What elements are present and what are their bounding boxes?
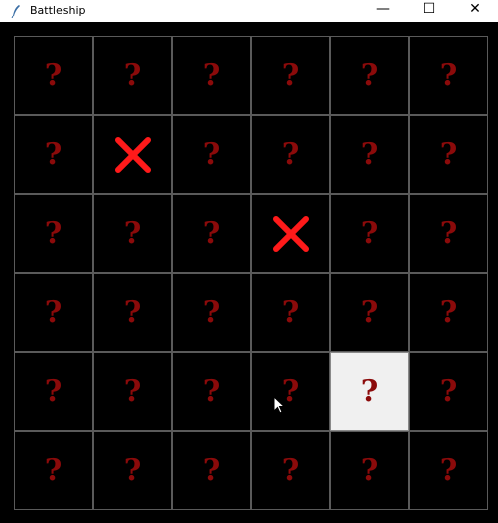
board-cell-r6-c6[interactable]: ? [409, 431, 488, 510]
question-mark-icon: ? [44, 373, 63, 409]
question-mark-icon: ? [123, 452, 142, 488]
board-cell-r6-c3[interactable]: ? [172, 431, 251, 510]
game-board: ?????????????????????????????????? [14, 36, 488, 510]
question-mark-icon: ? [123, 215, 142, 251]
board-cell-r4-c1[interactable]: ? [14, 273, 93, 352]
question-mark-icon: ? [281, 373, 300, 409]
question-mark-icon: ? [202, 57, 221, 93]
question-mark-icon: ? [439, 294, 458, 330]
question-mark-icon: ? [439, 215, 458, 251]
feather-icon [10, 4, 22, 18]
question-mark-icon: ? [281, 294, 300, 330]
window-controls: — ☐ ✕ [360, 0, 498, 22]
board-cell-r5-c2[interactable]: ? [93, 352, 172, 431]
board-cell-r3-c1[interactable]: ? [14, 194, 93, 273]
window-title: Battleship [30, 4, 86, 17]
question-mark-icon: ? [360, 294, 379, 330]
board-cell-r1-c4[interactable]: ? [251, 36, 330, 115]
question-mark-icon: ? [44, 294, 63, 330]
question-mark-icon: ? [439, 452, 458, 488]
board-cell-r4-c5[interactable]: ? [330, 273, 409, 352]
minimize-button[interactable]: — [360, 0, 406, 18]
question-mark-icon: ? [281, 452, 300, 488]
board-cell-r2-c6[interactable]: ? [409, 115, 488, 194]
board-cell-r5-c4[interactable]: ? [251, 352, 330, 431]
board-cell-r5-c5[interactable]: ? [330, 352, 409, 431]
question-mark-icon: ? [439, 57, 458, 93]
battleship-window: Battleship — ☐ ✕ ???????????????????????… [0, 0, 498, 523]
maximize-icon: ☐ [422, 1, 436, 17]
question-mark-icon: ? [123, 373, 142, 409]
board-cell-r1-c6[interactable]: ? [409, 36, 488, 115]
board-cell-r2-c1[interactable]: ? [14, 115, 93, 194]
board-cell-r4-c6[interactable]: ? [409, 273, 488, 352]
close-icon: ✕ [469, 1, 481, 17]
title-bar: Battleship — ☐ ✕ [0, 0, 498, 22]
question-mark-icon: ? [123, 294, 142, 330]
question-mark-icon: ? [202, 294, 221, 330]
question-mark-icon: ? [360, 373, 379, 409]
board-cell-r6-c4[interactable]: ? [251, 431, 330, 510]
board-cell-r3-c2[interactable]: ? [93, 194, 172, 273]
question-mark-icon: ? [439, 136, 458, 172]
question-mark-icon: ? [360, 215, 379, 251]
board-cell-r5-c3[interactable]: ? [172, 352, 251, 431]
board-cell-r2-c2[interactable] [93, 115, 172, 194]
board-cell-r4-c2[interactable]: ? [93, 273, 172, 352]
board-cell-r4-c3[interactable]: ? [172, 273, 251, 352]
question-mark-icon: ? [202, 452, 221, 488]
question-mark-icon: ? [44, 452, 63, 488]
board-cell-r3-c6[interactable]: ? [409, 194, 488, 273]
board-cell-r6-c1[interactable]: ? [14, 431, 93, 510]
minimize-icon: — [376, 1, 390, 17]
hit-x-icon [272, 215, 309, 252]
board-cell-r6-c2[interactable]: ? [93, 431, 172, 510]
board-cell-r5-c6[interactable]: ? [409, 352, 488, 431]
question-mark-icon: ? [44, 136, 63, 172]
question-mark-icon: ? [202, 373, 221, 409]
question-mark-icon: ? [360, 57, 379, 93]
board-cell-r1-c2[interactable]: ? [93, 36, 172, 115]
maximize-button[interactable]: ☐ [406, 0, 452, 18]
question-mark-icon: ? [202, 136, 221, 172]
question-mark-icon: ? [44, 215, 63, 251]
question-mark-icon: ? [44, 57, 63, 93]
question-mark-icon: ? [360, 136, 379, 172]
question-mark-icon: ? [360, 452, 379, 488]
board-cell-r1-c3[interactable]: ? [172, 36, 251, 115]
board-cell-r1-c1[interactable]: ? [14, 36, 93, 115]
board-cell-r6-c5[interactable]: ? [330, 431, 409, 510]
question-mark-icon: ? [202, 215, 221, 251]
close-button[interactable]: ✕ [452, 0, 498, 18]
board-cell-r3-c3[interactable]: ? [172, 194, 251, 273]
board-cell-r3-c5[interactable]: ? [330, 194, 409, 273]
question-mark-icon: ? [439, 373, 458, 409]
hit-x-icon [114, 136, 151, 173]
question-mark-icon: ? [281, 136, 300, 172]
board-cell-r2-c3[interactable]: ? [172, 115, 251, 194]
question-mark-icon: ? [123, 57, 142, 93]
board-cell-r2-c4[interactable]: ? [251, 115, 330, 194]
board-cell-r1-c5[interactable]: ? [330, 36, 409, 115]
board-cell-r5-c1[interactable]: ? [14, 352, 93, 431]
board-cell-r2-c5[interactable]: ? [330, 115, 409, 194]
question-mark-icon: ? [281, 57, 300, 93]
board-cell-r3-c4[interactable] [251, 194, 330, 273]
board-cell-r4-c4[interactable]: ? [251, 273, 330, 352]
